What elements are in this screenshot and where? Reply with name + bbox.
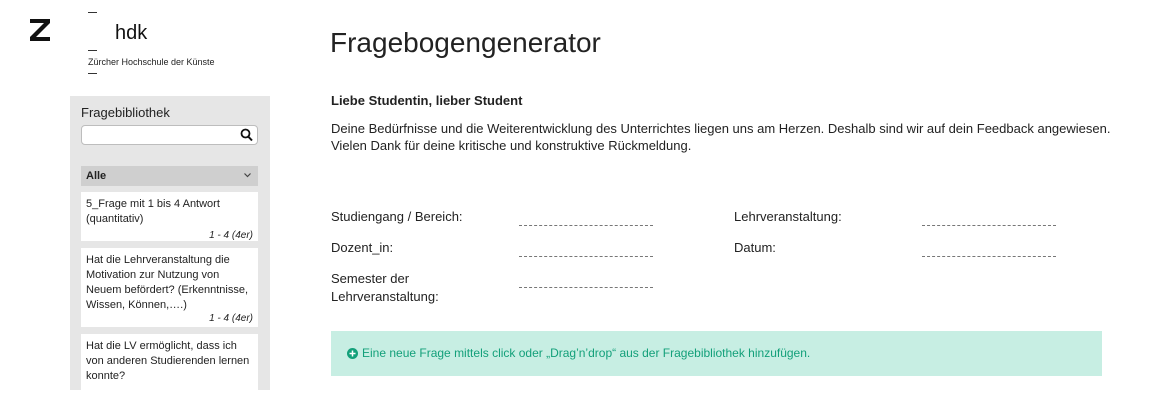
logo-hdk-text: hdk (115, 22, 148, 44)
question-scale: 1 - 4 (4er) (209, 313, 253, 324)
question-scale: 1 - 4 (4er) (209, 230, 253, 241)
search-input[interactable] (81, 125, 258, 145)
question-card[interactable]: 5_Frage mit 1 bis 4 Antwort (quantitativ… (81, 192, 258, 241)
question-text: Hat die LV ermöglicht, dass ich von ande… (86, 340, 250, 382)
logo-dash (88, 12, 97, 13)
question-text: Hat die Lehrveranstaltung die Motivation… (86, 254, 249, 311)
search-icon[interactable] (240, 128, 253, 142)
studiengang-label: Studiengang / Bereich: (331, 209, 463, 224)
category-filter-select[interactable]: Alle (81, 166, 258, 186)
filter-selected-label: Alle (86, 170, 107, 182)
add-question-dropzone[interactable]: Eine neue Frage mittels click oder „Drag… (331, 331, 1102, 376)
hdk-logo: hdk Zürcher Hochschule der Künste (88, 8, 288, 78)
logo-subtitle: Zürcher Hochschule der Künste (88, 57, 215, 67)
z-logo-icon (30, 19, 50, 41)
chevron-down-icon (244, 173, 251, 178)
dozent-field[interactable] (519, 256, 653, 257)
question-library-sidebar: Fragebibliothek Alle 5_Frage mit 1 bis 4… (70, 96, 270, 390)
plus-circle-icon (347, 348, 358, 359)
semester-label: Semester der Lehrveranstaltung: (331, 271, 439, 304)
intro-text: Deine Bedürfnisse und die Weiterentwickl… (331, 121, 1111, 153)
datum-label: Datum: (734, 240, 776, 255)
greeting-heading: Liebe Studentin, lieber Student (331, 93, 523, 108)
dozent-label: Dozent_in: (331, 240, 394, 255)
question-card[interactable]: Hat die LV ermöglicht, dass ich von ande… (81, 334, 258, 390)
studiengang-field[interactable] (519, 225, 653, 226)
logo-dash (88, 50, 97, 51)
semester-field[interactable] (519, 287, 653, 288)
sidebar-title: Fragebibliothek (81, 105, 170, 120)
question-card[interactable]: Hat die Lehrveranstaltung die Motivation… (81, 248, 258, 327)
dropzone-text: Eine neue Frage mittels click oder „Drag… (362, 346, 811, 360)
datum-field[interactable] (922, 256, 1056, 257)
lehrveranstaltung-field[interactable] (922, 225, 1056, 226)
question-text: 5_Frage mit 1 bis 4 Antwort (quantitativ… (86, 198, 220, 225)
logo-dash (88, 73, 97, 74)
page-title: Fragebogengenerator (330, 27, 601, 58)
lehrveranstaltung-label: Lehrveranstaltung: (734, 209, 842, 224)
